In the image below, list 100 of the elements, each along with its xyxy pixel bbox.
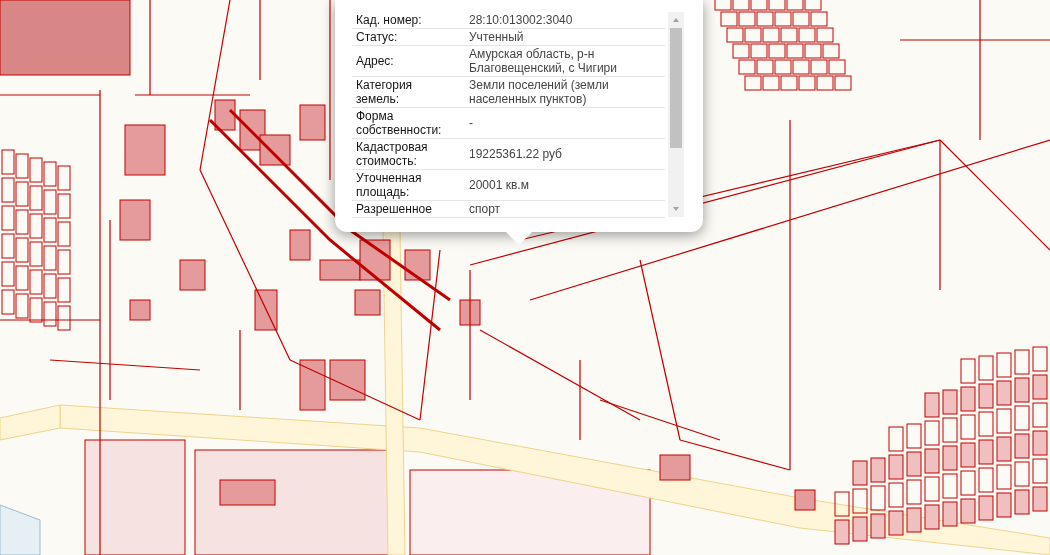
building bbox=[129, 299, 151, 321]
land-parcel bbox=[15, 181, 29, 207]
land-parcel bbox=[786, 43, 804, 59]
land-parcel bbox=[750, 43, 768, 59]
field-label: Адрес: bbox=[355, 53, 395, 69]
building bbox=[299, 104, 326, 141]
land-parcel bbox=[15, 209, 29, 235]
field-value: 28:10:013002:3040 bbox=[468, 12, 574, 28]
land-parcel bbox=[1014, 433, 1030, 459]
land-parcel bbox=[1014, 377, 1030, 403]
land-parcel bbox=[822, 43, 840, 59]
land-parcel bbox=[780, 75, 798, 91]
land-parcel bbox=[810, 59, 828, 75]
land-parcel bbox=[978, 411, 994, 437]
land-parcel bbox=[57, 305, 71, 331]
land-parcel bbox=[888, 454, 904, 480]
field-value: 19225361.22 руб bbox=[468, 146, 563, 162]
building bbox=[219, 479, 276, 506]
land-parcel bbox=[43, 161, 57, 187]
building bbox=[254, 289, 278, 331]
land-parcel bbox=[942, 473, 958, 499]
land-parcel bbox=[15, 153, 29, 179]
land-parcel bbox=[978, 355, 994, 381]
land-parcel bbox=[756, 59, 774, 75]
scrollbar-thumb[interactable] bbox=[670, 28, 682, 148]
land-parcel bbox=[768, 43, 786, 59]
land-parcel bbox=[762, 75, 780, 91]
land-parcel bbox=[942, 501, 958, 527]
land-parcel bbox=[1, 177, 15, 203]
land-parcel bbox=[1014, 461, 1030, 487]
land-parcel bbox=[888, 482, 904, 508]
land-parcel bbox=[828, 59, 846, 75]
building bbox=[659, 454, 691, 481]
field-value: - bbox=[468, 115, 474, 131]
land-parcel bbox=[942, 389, 958, 415]
land-parcel bbox=[924, 420, 940, 446]
field-value: Учтенный bbox=[468, 29, 525, 45]
land-parcel bbox=[960, 414, 976, 440]
land-parcel bbox=[57, 249, 71, 275]
land-parcel bbox=[960, 358, 976, 384]
land-parcel bbox=[870, 485, 886, 511]
land-parcel bbox=[852, 516, 868, 542]
building bbox=[119, 199, 151, 241]
land-parcel bbox=[43, 217, 57, 243]
land-parcel bbox=[43, 301, 57, 327]
land-parcel bbox=[798, 75, 816, 91]
land-parcel bbox=[738, 59, 756, 75]
land-parcel bbox=[1, 233, 15, 259]
land-parcel bbox=[29, 157, 43, 183]
land-parcel bbox=[852, 488, 868, 514]
land-parcel bbox=[996, 352, 1012, 378]
land-parcel bbox=[834, 519, 850, 545]
field-label: Категория земель: bbox=[355, 77, 414, 107]
land-parcel bbox=[924, 392, 940, 418]
building bbox=[124, 124, 166, 176]
land-parcel bbox=[924, 504, 940, 530]
land-parcel bbox=[942, 417, 958, 443]
land-parcel bbox=[792, 59, 810, 75]
land-parcel bbox=[57, 221, 71, 247]
land-parcel bbox=[804, 43, 822, 59]
field-value: спорт bbox=[468, 201, 502, 217]
land-parcel bbox=[798, 27, 816, 43]
land-parcel bbox=[1, 261, 15, 287]
land-parcel bbox=[762, 27, 780, 43]
building bbox=[299, 359, 326, 411]
land-parcel bbox=[43, 273, 57, 299]
land-parcel bbox=[960, 386, 976, 412]
land-parcel bbox=[1032, 486, 1048, 512]
land-parcel bbox=[978, 439, 994, 465]
land-parcel bbox=[960, 442, 976, 468]
building bbox=[259, 134, 291, 166]
land-parcel bbox=[15, 237, 29, 263]
land-parcel bbox=[906, 507, 922, 533]
land-parcel bbox=[1032, 430, 1048, 456]
field-label: Статус: bbox=[355, 29, 399, 45]
land-parcel bbox=[834, 75, 852, 91]
field-value: 20001 кв.м bbox=[468, 177, 530, 193]
land-parcel bbox=[57, 277, 71, 303]
land-parcel bbox=[29, 269, 43, 295]
land-parcel bbox=[888, 510, 904, 536]
land-parcel bbox=[43, 245, 57, 271]
land-parcel bbox=[57, 193, 71, 219]
land-parcel bbox=[1, 289, 15, 315]
land-parcel bbox=[978, 383, 994, 409]
land-parcel bbox=[1014, 405, 1030, 431]
land-parcel bbox=[816, 27, 834, 43]
land-parcel bbox=[870, 457, 886, 483]
land-parcel bbox=[870, 513, 886, 539]
building bbox=[214, 99, 236, 131]
building bbox=[289, 229, 311, 261]
land-parcel bbox=[978, 467, 994, 493]
field-label: Уточненная площадь: bbox=[355, 170, 423, 200]
land-parcel bbox=[942, 445, 958, 471]
land-parcel bbox=[1032, 346, 1048, 372]
land-parcel bbox=[57, 165, 71, 191]
land-parcel bbox=[43, 189, 57, 215]
building bbox=[354, 289, 381, 316]
field-label: Кад. номер: bbox=[355, 12, 423, 28]
land-parcel bbox=[15, 265, 29, 291]
field-value: Земли поселений (земли населенных пунктов) bbox=[468, 77, 610, 107]
